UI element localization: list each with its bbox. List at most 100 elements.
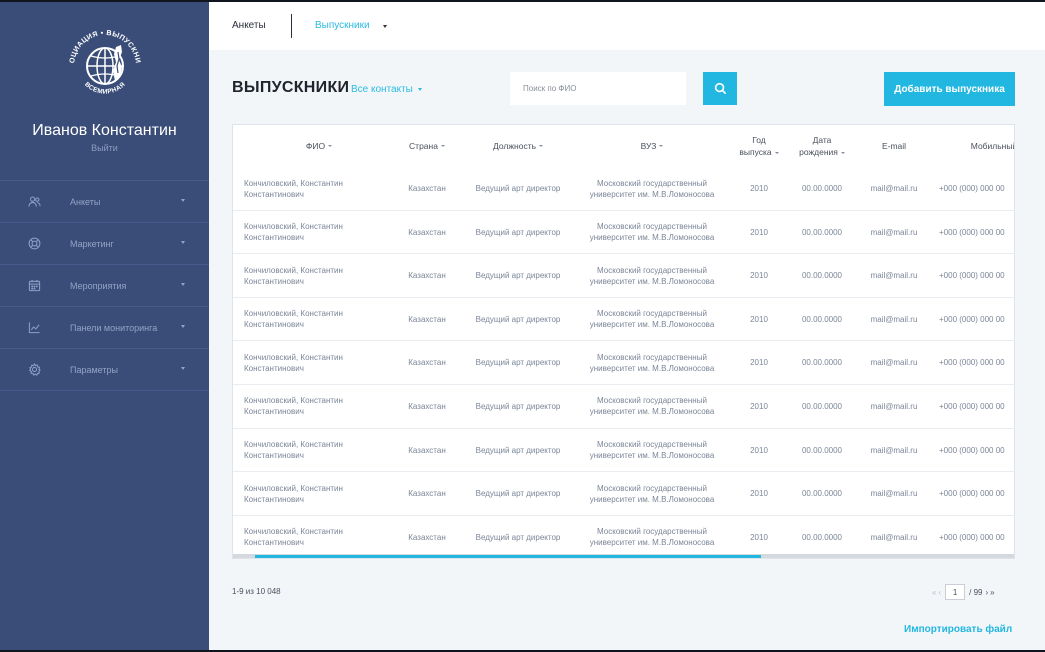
import-file-link[interactable]: Импортировать файл	[904, 624, 1012, 635]
chevron-down-icon	[417, 87, 422, 91]
contacts-filter-dropdown[interactable]: Все контакты	[351, 84, 422, 95]
last-page-icon[interactable]: »	[990, 588, 994, 597]
sidebar-item-marketing[interactable]: Маркетинг	[0, 223, 209, 265]
cell-university: Московский государственный университет им…	[579, 341, 725, 384]
cell-text: Кончиловский, Константин	[244, 483, 343, 493]
cell-text: Константинович	[244, 494, 304, 504]
cell-university: Московский государственный университет им…	[579, 254, 725, 297]
column-header-birthdate[interactable]: Дата рождения	[789, 125, 855, 167]
chart-line-icon	[27, 321, 41, 335]
table-row[interactable]: Кончиловский, Константин Константинович Ка…	[233, 516, 1014, 558]
sort-caret-icon	[659, 145, 664, 147]
cell-text: университет им. М.В.Ломоносова	[589, 538, 715, 548]
table-row[interactable]: Кончиловский, Константин Константинович Ка…	[233, 167, 1014, 211]
sidebar-item-dashboards[interactable]: Панели мониторинга	[0, 307, 209, 349]
sidebar-item-questionnaires[interactable]: Анкеты	[0, 181, 209, 223]
sidebar: АССОЦИАЦИЯ • ВЫПУСКНИКОВ ВСЕМИРНАЯ Ивано…	[0, 2, 209, 650]
next-page-icon[interactable]: ›	[985, 588, 988, 597]
table-row[interactable]: Кончиловский, Константин Константинович Ка…	[233, 254, 1014, 298]
table-row[interactable]: Кончиловский, Константин Константинович Ка…	[233, 472, 1014, 516]
table-row[interactable]: Кончиловский, Константин Константинович Ка…	[233, 385, 1014, 429]
table-row[interactable]: Кончиловский, Константин Константинович Ка…	[233, 429, 1014, 473]
cell-fio[interactable]: Кончиловский, Константин Константинович	[244, 298, 394, 341]
first-page-icon[interactable]: «	[932, 588, 936, 597]
cell-text: Московский государственный	[597, 440, 707, 450]
cell-text: Кончиловский, Константин	[244, 309, 343, 319]
sidebar-item-events[interactable]: Мероприятия	[0, 265, 209, 307]
column-header-fio[interactable]: ФИО	[244, 125, 394, 167]
column-header-position[interactable]: Должность	[461, 125, 575, 167]
column-header-email[interactable]: E-mail	[859, 125, 929, 167]
sidebar-item-label: Маркетинг	[70, 238, 114, 249]
add-graduate-button[interactable]: Добавить выпускника	[884, 72, 1015, 106]
cell-text: Московский государственный	[597, 309, 707, 319]
search-input[interactable]	[510, 72, 686, 105]
cell-text: Кончиловский, Константин	[244, 440, 343, 450]
column-header-university[interactable]: ВУЗ	[579, 125, 725, 167]
sidebar-item-settings[interactable]: Параметры	[0, 349, 209, 391]
contacts-filter-label: Все контакты	[351, 84, 413, 95]
cell-text: университет им. М.В.Ломоносова	[589, 276, 715, 286]
cell-fio[interactable]: Кончиловский, Константин Константинович	[244, 211, 394, 254]
cell-text: Московский государственный	[597, 483, 707, 493]
column-header-year[interactable]: Год выпуска	[731, 125, 787, 167]
search-button[interactable]	[703, 72, 737, 105]
cell-fio[interactable]: Кончиловский, Константин Константинович	[244, 385, 394, 428]
cell-position: Ведущий арт директор	[475, 227, 561, 237]
tab-graduates[interactable]: Выпускники	[315, 20, 370, 31]
cell-position: Ведущий арт директор	[475, 532, 561, 542]
cell-text: Константинович	[244, 320, 304, 330]
horizontal-scrollbar[interactable]	[233, 554, 1014, 558]
cell-fio[interactable]: Кончиловский, Константин Константинович	[244, 254, 394, 297]
cell-text: университет им. М.В.Ломоносова	[589, 320, 715, 330]
prev-page-icon[interactable]: ‹	[938, 588, 941, 597]
lifebuoy-icon	[27, 237, 41, 251]
sidebar-item-label: Анкеты	[70, 196, 101, 207]
cell-text: Московский государственный	[597, 352, 707, 362]
chevron-down-icon	[181, 367, 185, 370]
cell-text: Константинович	[244, 407, 304, 417]
column-header-label: Дата	[812, 135, 832, 145]
users-icon	[27, 195, 41, 209]
table-row[interactable]: Кончиловский, Константин Константинович Ка…	[233, 211, 1014, 255]
cell-text: Константинович	[244, 538, 304, 548]
cell-mobile: +000 (000) 000 00	[939, 489, 1005, 499]
cell-email: mail@mail.ru	[870, 489, 918, 499]
sidebar-item-label: Мероприятия	[70, 280, 127, 291]
cell-fio[interactable]: Кончиловский, Константин Константинович	[244, 516, 394, 558]
column-header-label: Мобильный	[970, 141, 1015, 151]
cell-country: Казахстан	[408, 445, 446, 455]
cell-position: Ведущий арт директор	[475, 314, 561, 324]
chevron-down-icon	[181, 199, 185, 202]
column-header-label: Год	[752, 135, 766, 145]
column-header-country[interactable]: Страна	[395, 125, 459, 167]
cell-year: 2010	[750, 184, 768, 193]
scrollbar-thumb[interactable]	[255, 555, 761, 558]
cell-year: 2010	[750, 445, 768, 455]
tab-questionnaires[interactable]: Анкеты	[232, 20, 266, 31]
chevron-down-icon	[181, 283, 185, 286]
cell-year: 2010	[750, 271, 768, 281]
chevron-down-icon[interactable]	[383, 25, 387, 28]
calendar-icon	[27, 279, 41, 293]
page-number-input[interactable]	[945, 584, 966, 600]
column-header-mobile[interactable]: Мобильный	[959, 125, 1015, 167]
sort-caret-icon	[328, 145, 333, 147]
cell-fio[interactable]: Кончиловский, Константин Константинович	[244, 472, 394, 515]
cell-position: Ведущий арт директор	[475, 401, 561, 411]
cell-text: Кончиловский, Константин	[244, 265, 343, 275]
column-header-label: ФИО	[305, 141, 326, 151]
page-title: ВЫПУСКНИКИ	[232, 79, 350, 96]
cell-text: Кончиловский, Константин	[244, 396, 343, 406]
sort-caret-icon	[774, 151, 779, 154]
table-row[interactable]: Кончиловский, Константин Константинович Ка…	[233, 298, 1014, 342]
cell-fio[interactable]: Кончиловский, Константин Константинович	[244, 341, 394, 384]
top-bar: Анкеты Выпускники	[209, 2, 1045, 50]
cell-fio[interactable]: Кончиловский, Константин Константинович	[244, 429, 394, 472]
cell-university: Московский государственный университет им…	[579, 167, 725, 210]
logout-link[interactable]: Выйти	[0, 143, 209, 153]
table-row[interactable]: Кончиловский, Константин Константинович Ка…	[233, 341, 1014, 385]
cell-university: Московский государственный университет им…	[579, 211, 725, 254]
cell-fio[interactable]: Кончиловский, Константин Константинович	[244, 167, 394, 210]
cell-birthdate: 00.00.0000	[801, 489, 843, 499]
